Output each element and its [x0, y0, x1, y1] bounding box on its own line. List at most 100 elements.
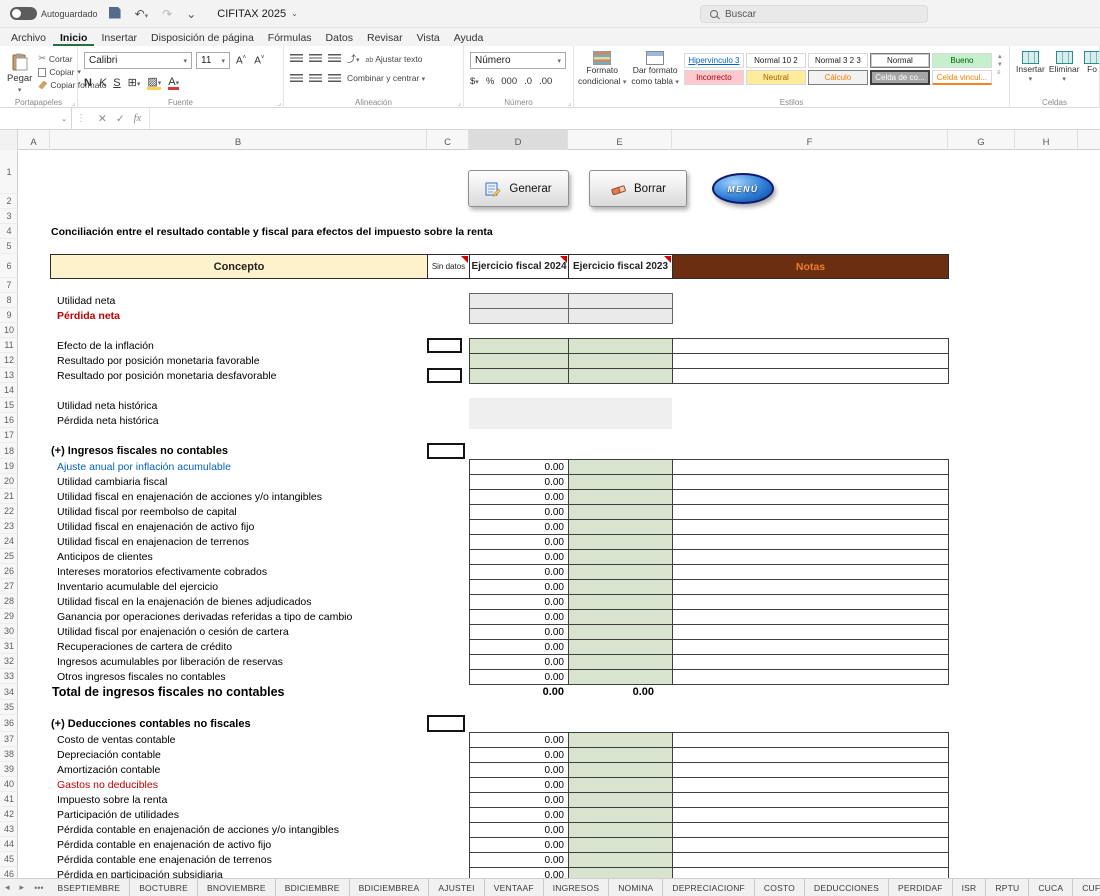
cell-E25[interactable]	[568, 549, 673, 565]
cell-F46[interactable]	[672, 867, 949, 878]
font-name-select[interactable]: Calibri▾	[84, 52, 192, 69]
header-ejercicio-2023[interactable]: Ejercicio fiscal 2023	[568, 254, 673, 279]
cell-B18[interactable]: (+) Ingresos fiscales no contables	[50, 443, 470, 459]
align-middle-icon[interactable]	[309, 54, 322, 63]
cell-B30[interactable]: Utilidad fiscal por enajenación o cesión…	[50, 624, 470, 639]
menu-tab-ayuda[interactable]: Ayuda	[447, 28, 491, 46]
row-header-13[interactable]: 13	[0, 368, 18, 383]
cell-B19[interactable]: Ajuste anual por inflación acumulable	[50, 459, 470, 474]
menu-tab-inicio[interactable]: Inicio	[53, 28, 94, 46]
cell-D45[interactable]: 0.00	[469, 852, 569, 868]
row-header-5[interactable]: 5	[0, 239, 18, 254]
sheet-nav-right-icon[interactable]: ▸	[15, 879, 30, 896]
cell-B12[interactable]: Resultado por posición monetaria favorab…	[50, 353, 470, 368]
sheet-tab-bdiciembrea[interactable]: BDICIEMBREA	[350, 879, 430, 896]
format-as-table-button[interactable]: Dar formato como tabla ▾	[631, 50, 678, 96]
cell-style-chip[interactable]: Bueno	[932, 53, 992, 68]
cell-B23[interactable]: Utilidad fiscal en enajenación de activo…	[50, 519, 470, 534]
row-header-31[interactable]: 31	[0, 639, 18, 654]
cell-D22[interactable]: 0.00	[469, 504, 569, 520]
cell-F33[interactable]	[672, 669, 949, 685]
cell-F38[interactable]	[672, 747, 949, 763]
cell-B25[interactable]: Anticipos de clientes	[50, 549, 470, 564]
insert-function-icon[interactable]: fx	[134, 113, 142, 124]
cell-D21[interactable]: 0.00	[469, 489, 569, 505]
cell-B29[interactable]: Ganancia por operaciones derivadas refer…	[50, 609, 470, 624]
cell-D32[interactable]: 0.00	[469, 654, 569, 670]
cell-style-chip[interactable]: Hipervínculo 3	[684, 53, 744, 68]
sheet-tab-ajustei[interactable]: AJUSTEI	[429, 879, 484, 896]
cell-B41[interactable]: Impuesto sobre la renta	[50, 792, 470, 807]
paste-button[interactable]: Pegar ▾	[4, 50, 35, 96]
align-top-icon[interactable]	[290, 54, 303, 63]
cell-C13[interactable]	[427, 368, 462, 383]
select-all-corner[interactable]	[0, 130, 18, 150]
cell-E32[interactable]	[568, 654, 673, 670]
row-header-38[interactable]: 38	[0, 747, 18, 762]
cell-B43[interactable]: Pérdida contable en enajenación de accio…	[50, 822, 470, 837]
cell-D25[interactable]: 0.00	[469, 549, 569, 565]
dialog-launcher-icon[interactable]: ⌟	[568, 99, 571, 107]
cell-F44[interactable]	[672, 837, 949, 853]
cell-E34[interactable]: 0.00	[568, 684, 673, 700]
row-header-11[interactable]: 11	[0, 338, 18, 353]
cell-B9[interactable]: Pérdida neta	[50, 308, 470, 323]
cell-F20[interactable]	[672, 474, 949, 490]
cell-E29[interactable]	[568, 609, 673, 625]
undo-button[interactable]: ↶▾	[132, 8, 152, 20]
row-header-39[interactable]: 39	[0, 762, 18, 777]
row-header-26[interactable]: 26	[0, 564, 18, 579]
header-sin-datos[interactable]: Sin datos	[427, 254, 470, 279]
row-header-3[interactable]: 3	[0, 209, 18, 224]
row-header-35[interactable]: 35	[0, 700, 18, 715]
row-header-12[interactable]: 12	[0, 353, 18, 368]
row-header-29[interactable]: 29	[0, 609, 18, 624]
formula-input[interactable]	[150, 108, 1100, 129]
cell-D33[interactable]: 0.00	[469, 669, 569, 685]
currency-button[interactable]: $▾	[470, 76, 479, 87]
sheet-tab-rptu[interactable]: RPTU	[986, 879, 1029, 896]
cell-D37[interactable]: 0.00	[469, 732, 569, 748]
row-header-32[interactable]: 32	[0, 654, 18, 669]
row-header-17[interactable]: 17	[0, 428, 18, 443]
row-header-44[interactable]: 44	[0, 837, 18, 852]
sheet-tab-ventaaf[interactable]: VENTAAF	[485, 879, 544, 896]
cell-style-chip[interactable]: Incorrecto	[684, 70, 744, 85]
cell-style-chip[interactable]: Normal 3 2 3	[808, 53, 868, 68]
cell-E11[interactable]	[568, 338, 673, 354]
cell-E9[interactable]	[568, 308, 673, 324]
column-header-F[interactable]: F	[672, 130, 948, 150]
cell-B37[interactable]: Costo de ventas contable	[50, 732, 470, 747]
dialog-launcher-icon[interactable]: ⌟	[278, 99, 281, 107]
cell-F22[interactable]	[672, 504, 949, 520]
cell-E43[interactable]	[568, 822, 673, 838]
cell-D31[interactable]: 0.00	[469, 639, 569, 655]
row-header-36[interactable]: 36	[0, 715, 18, 732]
sheet-tab-ingresos[interactable]: INGRESOS	[544, 879, 609, 896]
cell-D13[interactable]	[469, 368, 569, 384]
cell-E12[interactable]	[568, 353, 673, 369]
menu-tab-vista[interactable]: Vista	[410, 28, 447, 46]
row-header-22[interactable]: 22	[0, 504, 18, 519]
cell-F25[interactable]	[672, 549, 949, 565]
cell-D38[interactable]: 0.00	[469, 747, 569, 763]
save-button[interactable]	[106, 7, 124, 21]
menu-tab-archivo[interactable]: Archivo	[4, 28, 53, 46]
cell-B42[interactable]: Participación de utilidades	[50, 807, 470, 822]
cell-style-chip[interactable]: Cálculo	[808, 70, 868, 85]
row-header-41[interactable]: 41	[0, 792, 18, 807]
cell-D23[interactable]: 0.00	[469, 519, 569, 535]
header-ejercicio-2024[interactable]: Ejercicio fiscal 2024	[469, 254, 569, 279]
column-header-D[interactable]: D	[469, 130, 568, 150]
column-header-G[interactable]: G	[948, 130, 1015, 150]
cell-B26[interactable]: Intereses moratorios efectivamente cobra…	[50, 564, 470, 579]
cell-B33[interactable]: Otros ingresos fiscales no contables	[50, 669, 470, 684]
cell-D44[interactable]: 0.00	[469, 837, 569, 853]
cell-D12[interactable]	[469, 353, 569, 369]
sheet-tab-costo[interactable]: COSTO	[755, 879, 805, 896]
insert-cells-button[interactable]: Insertar ▾	[1016, 50, 1045, 96]
row-header-15[interactable]: 15	[0, 398, 18, 413]
cell-D27[interactable]: 0.00	[469, 579, 569, 595]
cell-B4[interactable]: Conciliación entre el resultado contable…	[50, 224, 470, 239]
gallery-up-icon[interactable]: ▲	[997, 54, 1003, 60]
